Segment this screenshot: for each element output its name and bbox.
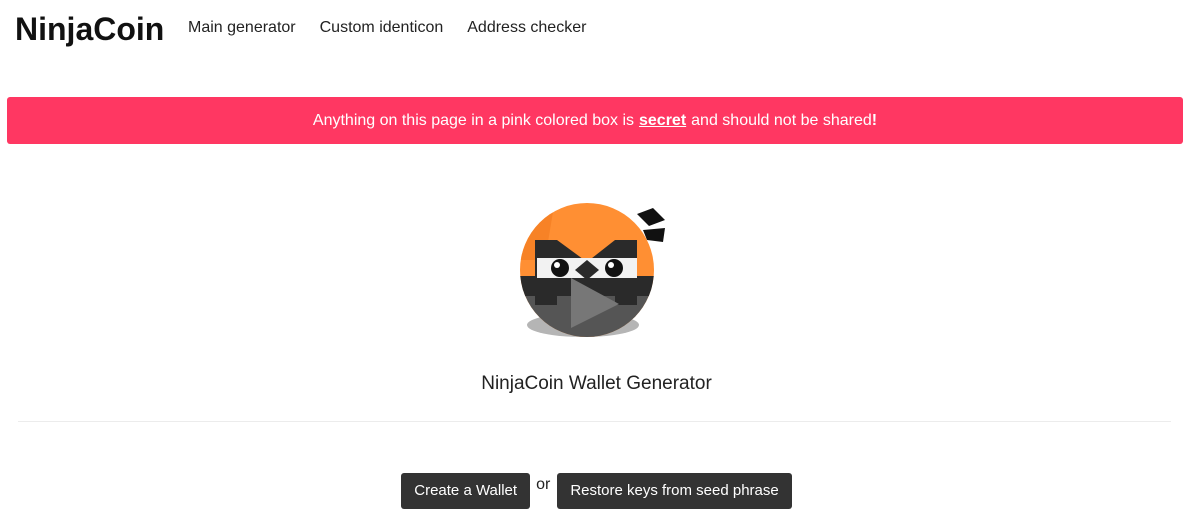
page-subtitle: NinjaCoin Wallet Generator [481,373,712,394]
nav-custom-identicon[interactable]: Custom identicon [320,18,444,38]
nav-links: Main generator Custom identicon Address … [188,18,610,38]
secret-warning-alert: Anything on this page in a pink colored … [7,97,1183,144]
nav-main-generator[interactable]: Main generator [188,18,296,38]
navbar: NinjaCoin Main generator Custom identico… [0,0,1193,58]
page: NinjaCoin Main generator Custom identico… [0,0,1193,521]
create-wallet-button[interactable]: Create a Wallet [401,473,531,509]
alert-text-prefix: Anything on this page in a pink colored … [312,111,634,129]
nav-address-checker[interactable]: Address checker [467,18,586,38]
restore-keys-button[interactable]: Restore keys from seed phrase [557,473,792,509]
brand-link[interactable]: NinjaCoin [15,10,164,48]
or-separator: or [536,476,551,493]
alert-text-secret: secret [639,111,687,129]
ninjacoin-logo-icon [520,203,665,337]
alert-text-suffix: and should not be shared [691,111,872,129]
divider [18,421,1171,422]
wallet-actions: Create a Wallet or Restore keys from see… [0,473,1193,509]
alert-text-end: ! [871,111,878,129]
